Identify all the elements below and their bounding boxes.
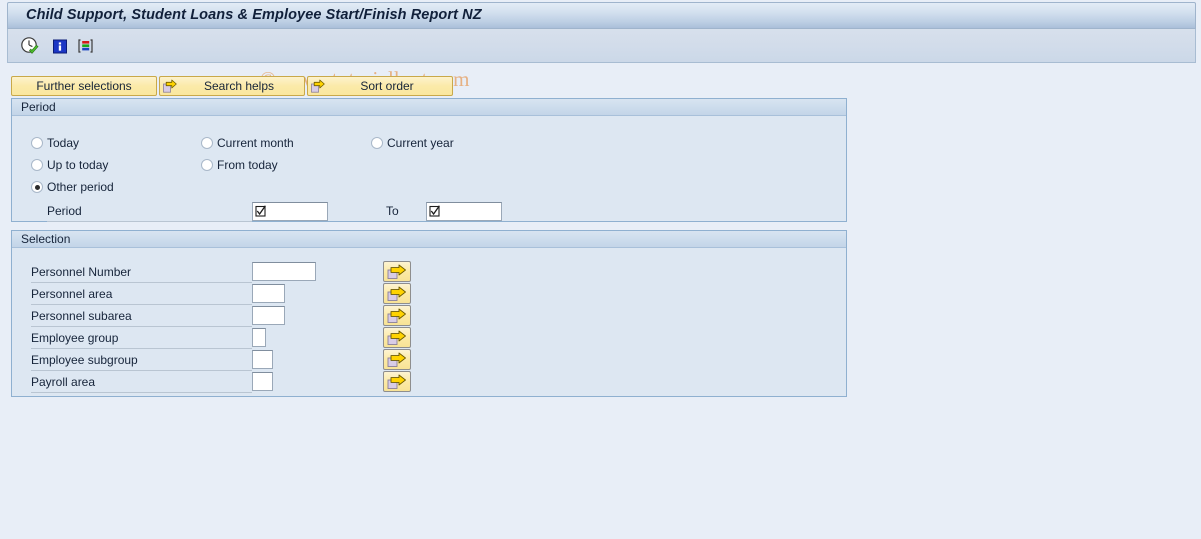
- period-to-label: To: [386, 204, 399, 218]
- search-helps-label: Search helps: [203, 79, 275, 93]
- selection-row-underline: [31, 282, 252, 283]
- radio-circle-selected: [31, 181, 43, 193]
- arrow-right-icon: [386, 330, 408, 346]
- further-selections-button[interactable]: Further selections: [11, 76, 157, 96]
- selection-row-input[interactable]: [252, 350, 273, 369]
- radio-today-label: Today: [47, 136, 80, 150]
- arrow-right-icon: [386, 374, 408, 390]
- selection-row-underline: [31, 370, 252, 371]
- arrow-right-icon: [310, 78, 326, 94]
- selection-row-underline: [31, 348, 252, 349]
- multi-selection-button[interactable]: [383, 261, 411, 282]
- radio-circle: [31, 159, 43, 171]
- variant-icon[interactable]: [76, 36, 96, 56]
- selection-row-input[interactable]: [252, 372, 273, 391]
- period-field-label: Period: [47, 204, 82, 218]
- arrow-right-icon: [386, 264, 408, 280]
- selection-row-underline: [31, 392, 252, 393]
- selection-row-label: Payroll area: [31, 375, 96, 389]
- radio-circle: [31, 137, 43, 149]
- radio-up-to-today[interactable]: Up to today: [31, 158, 108, 172]
- radio-current-year-label: Current year: [387, 136, 454, 150]
- period-panel-title: Period: [12, 99, 846, 116]
- radio-from-today[interactable]: From today: [201, 158, 278, 172]
- selection-row-label: Employee subgroup: [31, 353, 138, 367]
- calendar-check-icon: [429, 205, 441, 218]
- radio-from-today-label: From today: [217, 158, 278, 172]
- search-helps-button[interactable]: Search helps: [159, 76, 305, 96]
- selection-panel-title: Selection: [12, 231, 846, 248]
- radio-circle: [201, 159, 213, 171]
- radio-up-to-today-label: Up to today: [47, 158, 109, 172]
- multi-selection-button[interactable]: [383, 283, 411, 304]
- window-title-bar: Child Support, Student Loans & Employee …: [7, 2, 1196, 29]
- radio-circle: [371, 137, 383, 149]
- multi-selection-button[interactable]: [383, 305, 411, 326]
- selection-row-input[interactable]: [252, 328, 266, 347]
- selection-row-input[interactable]: [252, 306, 285, 325]
- period-label-underline: [47, 221, 252, 222]
- selection-row-label: Employee group: [31, 331, 119, 345]
- multi-selection-button[interactable]: [383, 349, 411, 370]
- arrow-right-icon: [386, 352, 408, 368]
- radio-current-month-label: Current month: [217, 136, 294, 150]
- sort-order-button[interactable]: Sort order: [307, 76, 453, 96]
- radio-other-period-label: Other period: [47, 180, 114, 194]
- selection-row-underline: [31, 326, 252, 327]
- info-icon[interactable]: [50, 36, 70, 56]
- selection-row-label: Personnel subarea: [31, 309, 132, 323]
- period-panel: Period Today Current month Current year …: [11, 98, 847, 222]
- arrow-right-icon: [162, 78, 178, 94]
- selection-rows-container: Personnel Number Personnel area Personnel …: [12, 248, 846, 396]
- radio-other-period[interactable]: Other period: [31, 180, 114, 194]
- further-selections-label: Further selections: [36, 79, 132, 93]
- execute-clock-icon[interactable]: [20, 36, 40, 56]
- selection-row-label: Personnel area: [31, 287, 113, 301]
- sort-order-label: Sort order: [360, 79, 414, 93]
- period-from-input[interactable]: [252, 202, 328, 221]
- selection-row-input[interactable]: [252, 262, 316, 281]
- radio-current-month[interactable]: Current month: [201, 136, 294, 150]
- radio-circle: [201, 137, 213, 149]
- arrow-right-icon: [386, 308, 408, 324]
- selection-row-input[interactable]: [252, 284, 285, 303]
- arrow-right-icon: [386, 286, 408, 302]
- page-title: Child Support, Student Loans & Employee …: [26, 7, 482, 23]
- radio-today[interactable]: Today: [31, 136, 79, 150]
- multi-selection-button[interactable]: [383, 371, 411, 392]
- period-to-input[interactable]: [426, 202, 502, 221]
- multi-selection-button[interactable]: [383, 327, 411, 348]
- radio-current-year[interactable]: Current year: [371, 136, 454, 150]
- calendar-check-icon: [255, 205, 267, 218]
- selection-row-label: Personnel Number: [31, 265, 132, 279]
- selection-panel: Selection Personnel Number Personnel area…: [11, 230, 847, 397]
- application-toolbar: © www.tutorialkart.com: [7, 29, 1196, 91]
- selection-row-underline: [31, 304, 252, 305]
